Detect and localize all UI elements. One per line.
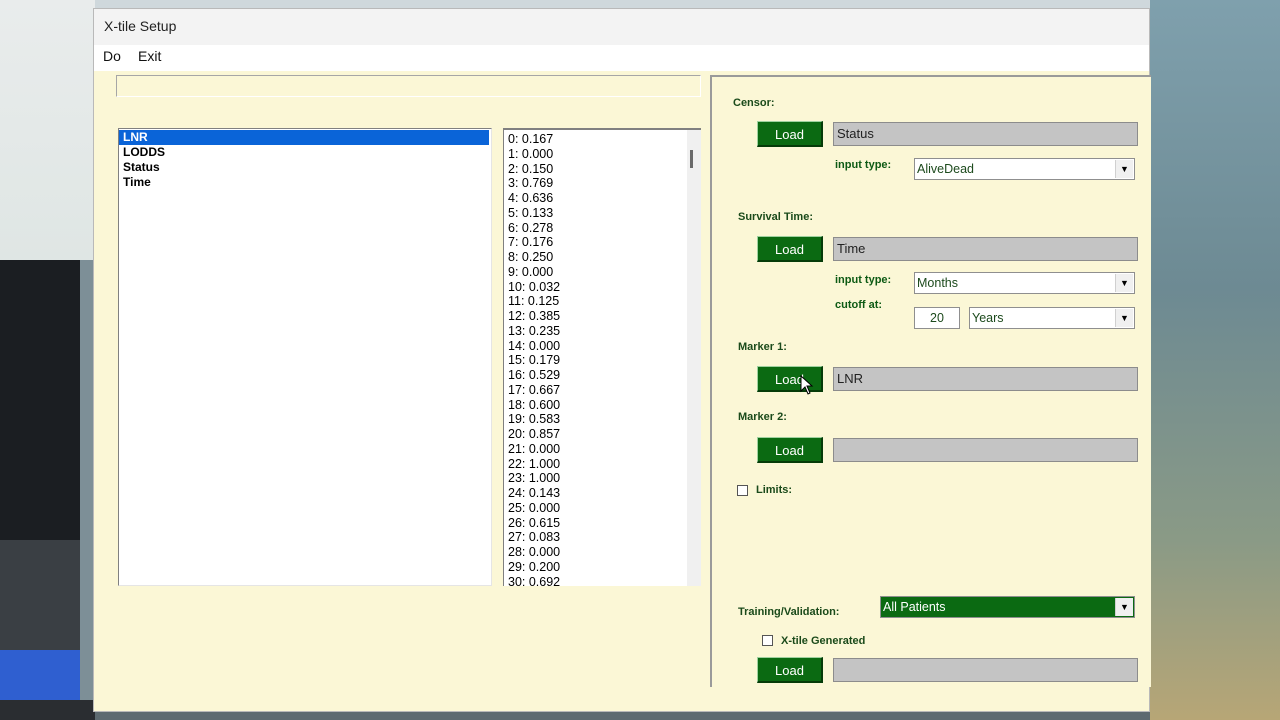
list-item[interactable]: 22: 1.000 — [508, 457, 560, 472]
list-item-time[interactable]: Time — [119, 175, 491, 190]
chevron-down-icon[interactable]: ▼ — [1115, 160, 1133, 178]
survival-input-type-select[interactable]: Months ▼ — [914, 272, 1135, 294]
title-bar[interactable]: X-tile Setup — [94, 9, 1149, 45]
menu-do[interactable]: Do — [103, 48, 121, 64]
mouse-cursor-icon — [800, 375, 814, 395]
list-item[interactable]: 12: 0.385 — [508, 309, 560, 324]
list-item[interactable]: 14: 0.000 — [508, 339, 560, 354]
desktop-background-window — [0, 650, 80, 700]
xtile-setup-window: X-tile Setup Do Exit LNR LODDS Status Ti… — [93, 8, 1151, 712]
cutoff-unit-select[interactable]: Years ▼ — [969, 307, 1135, 329]
list-item[interactable]: 10: 0.032 — [508, 280, 560, 295]
list-item[interactable]: 15: 0.179 — [508, 353, 560, 368]
marker2-field[interactable] — [833, 438, 1138, 462]
list-item[interactable]: 20: 0.857 — [508, 427, 560, 442]
cutoff-unit-value: Years — [972, 311, 1004, 325]
desktop-background — [0, 700, 95, 720]
training-load-button[interactable]: Load — [757, 657, 823, 683]
limits-label: Limits: — [756, 484, 793, 496]
list-item[interactable]: 8: 0.250 — [508, 250, 560, 265]
list-item[interactable]: 0: 0.167 — [508, 132, 560, 147]
list-item[interactable]: 23: 1.000 — [508, 471, 560, 486]
cutoff-label: cutoff at: — [835, 299, 883, 311]
list-item[interactable]: 17: 0.667 — [508, 383, 560, 398]
values-list-items: 0: 0.167 1: 0.000 2: 0.150 3: 0.769 4: 0.636… — [508, 132, 560, 586]
censor-input-type-label: input type: — [835, 159, 892, 171]
settings-panel: Censor: Load Status input type: AliveDea… — [710, 75, 1151, 687]
censor-load-button[interactable]: Load — [757, 121, 823, 147]
chevron-down-icon[interactable]: ▼ — [1115, 598, 1133, 616]
list-item-lodds[interactable]: LODDS — [119, 145, 491, 160]
file-path-field[interactable] — [116, 75, 701, 97]
list-item[interactable]: 4: 0.636 — [508, 191, 560, 206]
survival-load-button[interactable]: Load — [757, 236, 823, 262]
list-item[interactable]: 24: 0.143 — [508, 486, 560, 501]
list-item[interactable]: 2: 0.150 — [508, 162, 560, 177]
list-item[interactable]: 9: 0.000 — [508, 265, 560, 280]
list-item[interactable]: 18: 0.600 — [508, 398, 560, 413]
window-title: X-tile Setup — [104, 18, 177, 34]
marker2-load-button[interactable]: Load — [757, 437, 823, 463]
list-item[interactable]: 13: 0.235 — [508, 324, 560, 339]
list-item[interactable]: 16: 0.529 — [508, 368, 560, 383]
censor-input-type-value: AliveDead — [917, 162, 974, 176]
training-validation-label: Training/Validation: — [738, 606, 840, 618]
list-item[interactable]: 6: 0.278 — [508, 221, 560, 236]
list-item-lnr[interactable]: LNR — [119, 130, 489, 145]
variables-list[interactable]: LNR LODDS Status Time — [118, 128, 492, 586]
censor-field[interactable]: Status — [833, 122, 1138, 146]
desktop-background — [1150, 0, 1280, 720]
list-item[interactable]: 27: 0.083 — [508, 530, 560, 545]
desktop-background-window — [0, 540, 80, 650]
censor-input-type-select[interactable]: AliveDead ▼ — [914, 158, 1135, 180]
training-validation-value: All Patients — [883, 600, 946, 614]
training-validation-select[interactable]: All Patients ▼ — [880, 596, 1135, 618]
scrollbar-thumb[interactable] — [690, 150, 693, 168]
list-item[interactable]: 26: 0.615 — [508, 516, 560, 531]
chevron-down-icon[interactable]: ▼ — [1115, 274, 1133, 292]
marker1-label: Marker 1: — [738, 341, 787, 353]
marker1-field[interactable]: LNR — [833, 367, 1138, 391]
survival-time-field[interactable]: Time — [833, 237, 1138, 261]
menu-bar: Do Exit — [94, 45, 1149, 71]
list-item[interactable]: 19: 0.583 — [508, 412, 560, 427]
list-item[interactable]: 29: 0.200 — [508, 560, 560, 575]
list-item[interactable]: 3: 0.769 — [508, 176, 560, 191]
menu-exit[interactable]: Exit — [138, 48, 161, 64]
list-item[interactable]: 21: 0.000 — [508, 442, 560, 457]
training-field[interactable] — [833, 658, 1138, 682]
desktop-background — [95, 712, 1150, 720]
limits-checkbox[interactable] — [737, 485, 748, 496]
xtile-generated-label: X-tile Generated — [781, 635, 866, 647]
chevron-down-icon[interactable]: ▼ — [1115, 309, 1133, 327]
list-item-status[interactable]: Status — [119, 160, 491, 175]
desktop-background — [95, 0, 1150, 8]
marker2-label: Marker 2: — [738, 411, 787, 423]
censor-label: Censor: — [733, 97, 775, 109]
list-item[interactable]: 1: 0.000 — [508, 147, 560, 162]
list-item[interactable]: 30: 0.692 — [508, 575, 560, 587]
list-item[interactable]: 5: 0.133 — [508, 206, 560, 221]
list-item[interactable]: 7: 0.176 — [508, 235, 560, 250]
values-scrollbar[interactable] — [687, 130, 701, 586]
survival-time-label: Survival Time: — [738, 211, 813, 223]
list-item[interactable]: 11: 0.125 — [508, 294, 560, 309]
survival-input-type-value: Months — [917, 276, 958, 290]
desktop-background — [0, 0, 95, 260]
list-item[interactable]: 28: 0.000 — [508, 545, 560, 560]
xtile-generated-checkbox[interactable] — [762, 635, 773, 646]
survival-input-type-label: input type: — [835, 274, 892, 286]
list-item[interactable]: 25: 0.000 — [508, 501, 560, 516]
values-list[interactable]: 0: 0.167 1: 0.000 2: 0.150 3: 0.769 4: 0.636… — [503, 128, 701, 586]
cutoff-value-input[interactable]: 20 — [914, 307, 960, 329]
desktop-background-window — [0, 260, 80, 560]
